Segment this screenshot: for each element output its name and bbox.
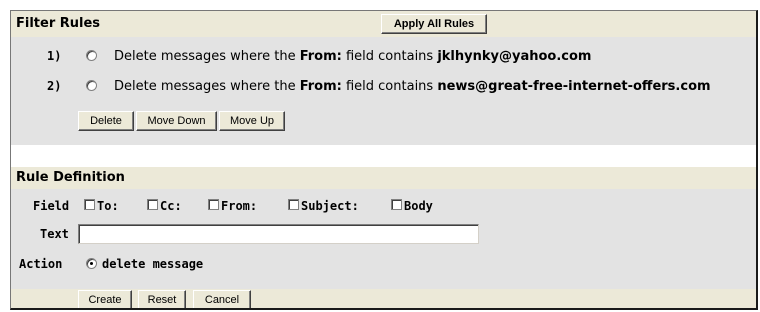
- delete-message-label: delete message: [102, 257, 204, 271]
- move-up-button[interactable]: Move Up: [219, 111, 285, 131]
- rule-field: From:: [299, 49, 342, 64]
- rule-number: 1): [47, 49, 62, 63]
- body-label: Body: [404, 199, 433, 213]
- subject-label: Subject:: [301, 199, 359, 213]
- rule-radio[interactable]: [86, 50, 97, 61]
- cancel-button[interactable]: Cancel: [193, 290, 251, 308]
- rule-value: jklhynky@yahoo.com: [437, 49, 592, 64]
- reset-button[interactable]: Reset: [138, 290, 186, 308]
- field-label: Field: [33, 199, 70, 213]
- filter-rules-header: Filter Rules Apply All Rules: [11, 11, 756, 37]
- rule-field: From:: [299, 79, 342, 94]
- rules-list: 1) Delete messages where the From: field…: [11, 37, 756, 145]
- body-checkbox[interactable]: [391, 199, 402, 210]
- rule-definition-title: Rule Definition: [16, 170, 125, 185]
- action-label: Action: [19, 257, 63, 271]
- rule-definition-form: Field To: Cc: From: Subject: Body Text A…: [11, 189, 756, 301]
- rule-radio[interactable]: [86, 80, 97, 91]
- cc-checkbox[interactable]: [147, 199, 158, 210]
- rule-prefix: Delete messages where the: [114, 79, 300, 94]
- apply-all-rules-button[interactable]: Apply All Rules: [381, 14, 487, 34]
- rule-number: 2): [47, 79, 62, 93]
- from-label: From:: [221, 199, 258, 213]
- from-checkbox[interactable]: [208, 199, 219, 210]
- filter-rules-title: Filter Rules: [16, 16, 101, 31]
- move-down-button[interactable]: Move Down: [136, 111, 217, 131]
- rule-description: Delete messages where the From: field co…: [114, 79, 711, 94]
- delete-message-radio[interactable]: [86, 258, 97, 269]
- cc-label: Cc:: [160, 199, 182, 213]
- rule-prefix: Delete messages where the: [114, 49, 300, 64]
- rule-definition-header: Rule Definition: [11, 167, 756, 189]
- filter-rules-window: Filter Rules Apply All Rules 1) Delete m…: [10, 10, 758, 310]
- text-label: Text: [40, 227, 69, 241]
- create-button[interactable]: Create: [78, 290, 132, 308]
- delete-rule-button[interactable]: Delete: [78, 111, 134, 131]
- form-buttons-bar: Create Reset Cancel: [11, 289, 756, 308]
- subject-checkbox[interactable]: [288, 199, 299, 210]
- to-checkbox[interactable]: [84, 199, 95, 210]
- to-label: To:: [97, 199, 119, 213]
- rule-text-input[interactable]: [78, 224, 479, 244]
- rule-middle: field contains: [341, 79, 438, 94]
- rule-middle: field contains: [341, 49, 438, 64]
- rule-description: Delete messages where the From: field co…: [114, 49, 591, 64]
- rule-value: news@great-free-internet-offers.com: [437, 79, 711, 94]
